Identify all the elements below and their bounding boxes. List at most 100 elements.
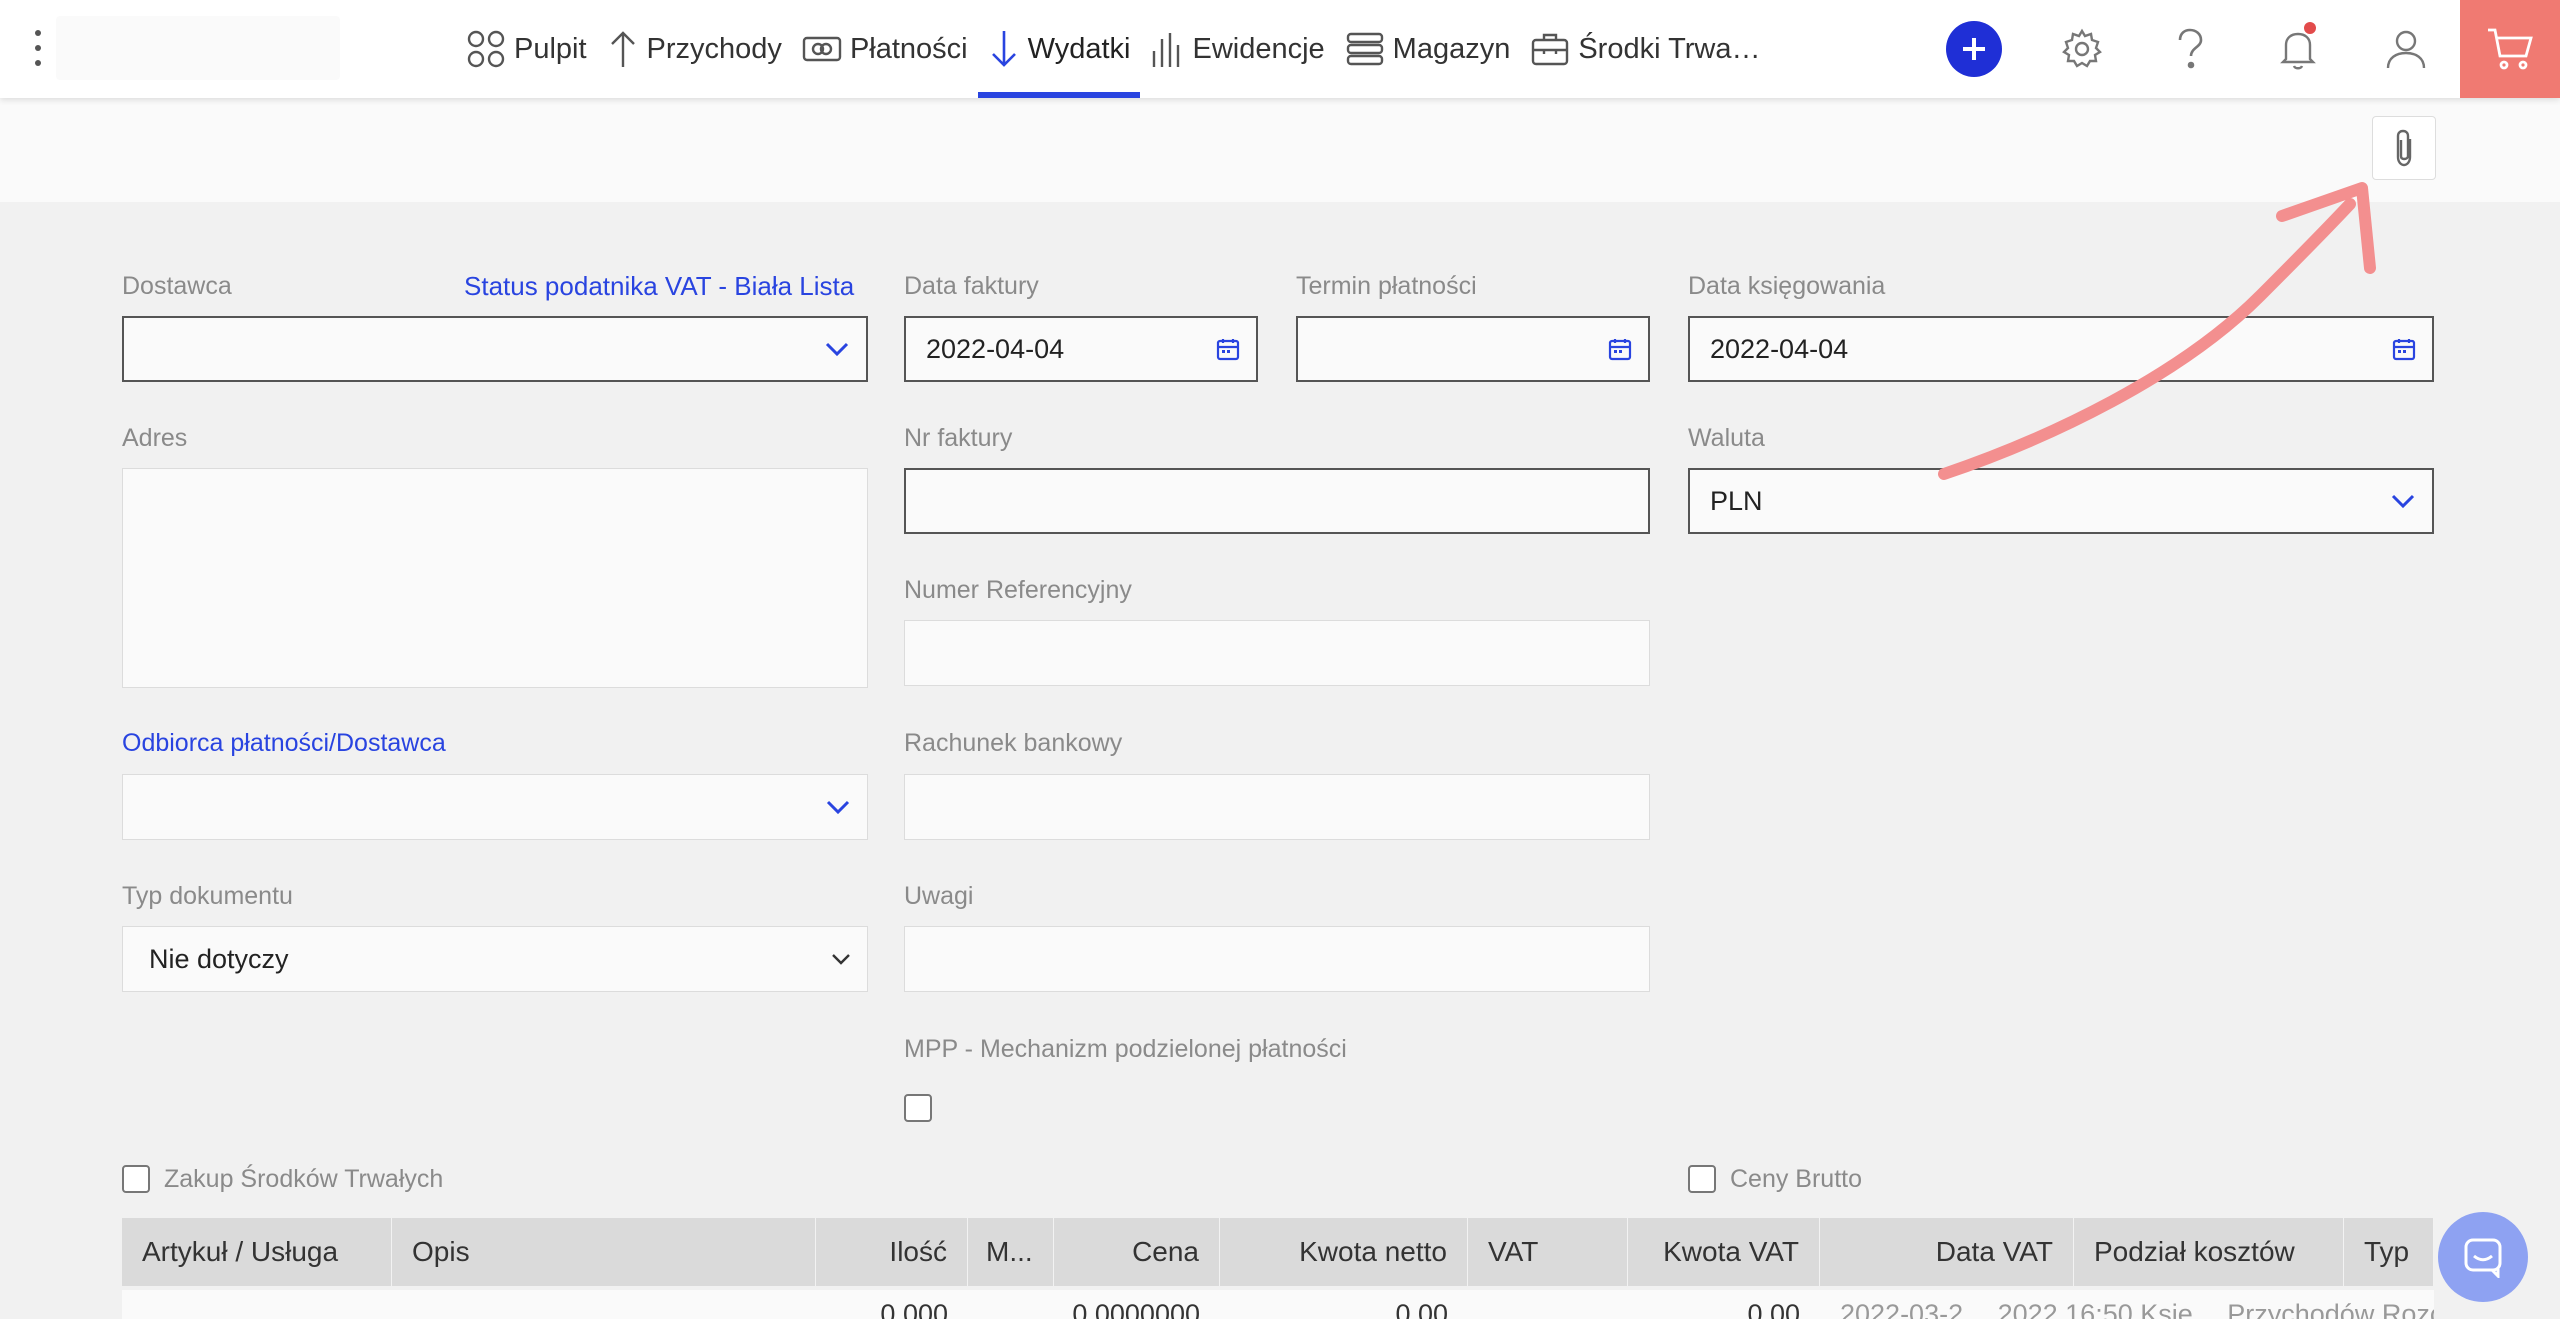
calendar-icon[interactable]	[1608, 337, 1632, 361]
vat-status-link[interactable]: Status podatnika VAT - Biała Lista	[464, 271, 854, 302]
price-cell[interactable]: 0,0000000	[1054, 1290, 1220, 1319]
description-cell[interactable]	[392, 1290, 816, 1319]
nav-label: Magazyn	[1392, 32, 1511, 65]
payment-term-label: Termin płatności	[1296, 272, 1477, 300]
column-header[interactable]: Cena	[1054, 1218, 1220, 1286]
main-navigation: Pulpit Przychody Płatności Wydatki Ewide…	[456, 0, 1770, 98]
arrow-down-icon	[991, 31, 1016, 67]
currency-label: Waluta	[1688, 424, 1765, 452]
invoice-date-label: Data faktury	[904, 272, 1039, 300]
nav-label: Przychody	[646, 32, 782, 65]
arrow-up-icon	[610, 31, 635, 67]
chevron-down-icon	[825, 799, 851, 815]
toolbar-right	[1920, 0, 2560, 98]
nav-label: Płatności	[849, 32, 968, 65]
bank-account-label: Rachunek bankowy	[904, 729, 1123, 757]
notes-label: Uwagi	[904, 882, 974, 910]
help-button[interactable]	[2136, 0, 2244, 98]
invoice-number-label: Nr faktury	[904, 424, 1013, 452]
notifications-button[interactable]	[2244, 0, 2352, 98]
column-header[interactable]: Ilość	[816, 1218, 968, 1286]
reference-number-input[interactable]	[904, 620, 1650, 686]
vat-amount-cell[interactable]: 0,00	[1628, 1290, 1820, 1319]
column-header[interactable]: Data VAT	[1820, 1218, 2074, 1286]
nav-label: Środki Trwa…	[1578, 32, 1761, 65]
notification-badge	[2304, 22, 2316, 34]
paperclip-icon	[2396, 129, 2412, 167]
table-row: 0,000 0,0000000 0,00 0,00 2022-03-2… 202…	[122, 1290, 2434, 1319]
fixed-assets-label: Zakup Środków Trwałych	[164, 1165, 444, 1193]
chevron-down-icon	[824, 341, 850, 357]
calendar-icon[interactable]	[2392, 337, 2416, 361]
question-mark-icon	[2178, 28, 2203, 69]
gross-prices-label: Ceny Brutto	[1730, 1165, 1863, 1193]
supplier-select[interactable]	[122, 316, 868, 382]
payee-select[interactable]	[122, 774, 868, 840]
items-table-header: Artykuł / Usługa Opis Ilość M... Cena Kw…	[122, 1218, 2434, 1286]
user-account-button[interactable]	[2352, 0, 2460, 98]
bank-account-input[interactable]	[904, 774, 1650, 840]
cart-button[interactable]	[2460, 0, 2560, 98]
bar-chart-icon	[1153, 33, 1180, 67]
column-header[interactable]: Kwota netto	[1220, 1218, 1468, 1286]
nav-label: Ewidencje	[1192, 32, 1325, 65]
article-select[interactable]	[122, 1290, 392, 1319]
quantity-cell[interactable]: 0,000	[816, 1290, 968, 1319]
unit-select[interactable]	[968, 1290, 1054, 1319]
settings-button[interactable]	[2028, 0, 2136, 98]
gear-icon	[2062, 28, 2102, 68]
nav-item-wydatki[interactable]: Wydatki	[977, 0, 1141, 98]
column-header[interactable]: Podział kosztów	[2074, 1218, 2344, 1286]
column-header[interactable]: VAT	[1468, 1218, 1628, 1286]
invoice-date-input[interactable]: 2022-04-04	[904, 316, 1258, 382]
chevron-down-icon	[2390, 493, 2416, 509]
document-type-label: Typ dokumentu	[122, 882, 293, 910]
briefcase-icon	[1532, 33, 1569, 66]
nav-item-przychody[interactable]: Przychody	[597, 0, 792, 98]
currency-value: PLN	[1710, 485, 1763, 516]
nav-item-ewidencje[interactable]: Ewidencje	[1140, 0, 1334, 98]
supplier-label: Dostawca	[122, 272, 232, 300]
document-toolbar	[0, 98, 2560, 202]
address-textarea[interactable]	[122, 468, 868, 688]
payment-term-input[interactable]	[1296, 316, 1650, 382]
posting-date-input[interactable]: 2022-04-04	[1688, 316, 2434, 382]
calendar-icon[interactable]	[1216, 337, 1240, 361]
fixed-assets-checkbox[interactable]	[122, 1165, 150, 1193]
add-button[interactable]	[1920, 0, 2028, 98]
column-header[interactable]: Artykuł / Usługa	[122, 1218, 392, 1286]
column-header[interactable]: Opis	[392, 1218, 816, 1286]
reference-number-label: Numer Referencyjny	[904, 576, 1132, 604]
column-header[interactable]: Typ	[2344, 1218, 2434, 1286]
split-payment-label: MPP - Mechanizm podzielonej płatności	[904, 1035, 1347, 1063]
gross-prices-checkbox[interactable]	[1688, 1165, 1716, 1193]
split-payment-checkbox[interactable]	[904, 1094, 932, 1122]
invoice-date-value: 2022-04-04	[926, 333, 1065, 364]
net-amount-cell[interactable]: 0,00	[1220, 1290, 1468, 1319]
payee-link[interactable]: Odbiorca płatności/Dostawca	[122, 729, 446, 758]
vat-date-cost-type-cell[interactable]: 2022-03-2… 2022 16:50 Księ… Przychodów R…	[1820, 1290, 2434, 1319]
plus-icon	[1946, 21, 2002, 77]
warehouse-icon	[1346, 32, 1383, 66]
nav-item-srodki-trwale[interactable]: Środki Trwa…	[1520, 0, 1770, 98]
notes-input[interactable]	[904, 926, 1650, 992]
top-navigation-bar: Pulpit Przychody Płatności Wydatki Ewide…	[0, 0, 2560, 98]
column-header[interactable]: M...	[968, 1218, 1054, 1286]
currency-select[interactable]: PLN	[1688, 468, 2434, 534]
nav-item-pulpit[interactable]: Pulpit	[456, 0, 597, 98]
column-header[interactable]: Kwota VAT	[1628, 1218, 1820, 1286]
nav-item-platnosci[interactable]: Płatności	[792, 0, 978, 98]
more-menu-icon[interactable]	[28, 28, 48, 68]
document-type-value: Nie dotyczy	[149, 943, 289, 974]
chevron-down-icon	[831, 953, 851, 965]
vat-rate-select[interactable]	[1468, 1290, 1628, 1319]
nav-item-magazyn[interactable]: Magazyn	[1335, 0, 1521, 98]
attachment-button[interactable]	[2372, 116, 2436, 180]
company-logo[interactable]	[56, 16, 340, 80]
document-type-select[interactable]: Nie dotyczy	[122, 926, 868, 992]
chat-widget-button[interactable]	[2438, 1212, 2528, 1302]
address-label: Adres	[122, 424, 188, 452]
chat-icon	[2464, 1238, 2502, 1278]
invoice-number-input[interactable]	[904, 468, 1650, 534]
nav-label: Wydatki	[1027, 32, 1131, 65]
